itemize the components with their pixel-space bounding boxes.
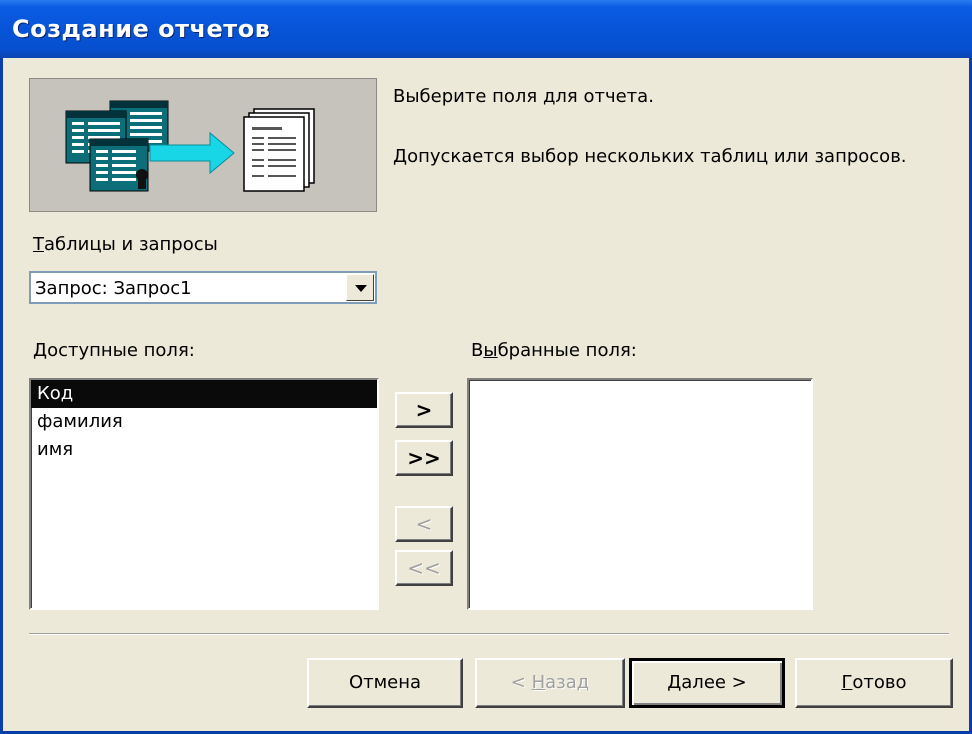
selected-fields-label-hotkey: ы <box>483 340 498 361</box>
available-fields-list[interactable]: Код фамилия имя <box>29 378 379 610</box>
separator <box>29 633 949 635</box>
back-button-label-pre: < <box>510 672 532 693</box>
list-item[interactable]: фамилия <box>31 408 377 436</box>
selected-fields-label-pre: В <box>471 340 484 361</box>
available-fields-label: Доступные поля: <box>33 340 195 361</box>
back-button-label-text: азад <box>545 672 590 693</box>
dropdown-arrow-icon[interactable] <box>346 274 374 301</box>
finish-button-label-text: отово <box>852 672 907 693</box>
cancel-button[interactable]: Отмена <box>307 658 463 708</box>
finish-button-label-hotkey: Г <box>841 672 853 693</box>
back-button[interactable]: < Назад <box>475 658 625 708</box>
next-button-label-text: алее > <box>681 672 747 693</box>
remove-all-fields-button[interactable]: << <box>395 550 453 586</box>
cancel-button-label: Отмена <box>348 672 422 693</box>
finish-button[interactable]: Готово <box>795 658 953 708</box>
intro-line-1: Выберите поля для отчета. <box>393 86 654 107</box>
tables-queries-label-hotkey: Т <box>33 234 44 255</box>
tables-queries-label: Таблицы и запросы <box>33 234 218 255</box>
tables-queries-label-text: аблицы и запросы <box>44 234 218 255</box>
remove-field-button[interactable]: < <box>395 506 453 542</box>
window-title: Создание отчетов <box>12 15 271 43</box>
list-item[interactable]: имя <box>31 436 377 464</box>
selected-fields-list[interactable] <box>467 378 813 610</box>
tables-queries-selected: Запрос: Запрос1 <box>35 278 192 299</box>
intro-line-2: Допускается выбор нескольких таблиц или … <box>393 146 907 167</box>
report-wizard-window: Создание отчетов Выберите поля для отчет… <box>0 0 972 734</box>
tables-queries-dropdown[interactable]: Запрос: Запрос1 <box>29 271 377 304</box>
available-fields-label-hotkey: Д <box>33 340 48 361</box>
back-button-label-hotkey: Н <box>531 672 546 693</box>
list-item[interactable]: Код <box>31 380 377 408</box>
selected-fields-label-text: бранные поля: <box>497 340 637 361</box>
next-button[interactable]: Далее > <box>629 658 785 708</box>
available-fields-label-text: оступные поля: <box>47 340 195 361</box>
title-bar[interactable]: Создание отчетов <box>0 0 972 58</box>
add-field-button[interactable]: > <box>395 392 453 428</box>
selected-fields-label: Выбранные поля: <box>471 340 637 361</box>
next-button-label-hotkey: Д <box>667 672 682 693</box>
add-all-fields-button[interactable]: >> <box>395 440 453 476</box>
tables-to-report-icon <box>65 100 315 192</box>
wizard-banner <box>29 78 377 212</box>
